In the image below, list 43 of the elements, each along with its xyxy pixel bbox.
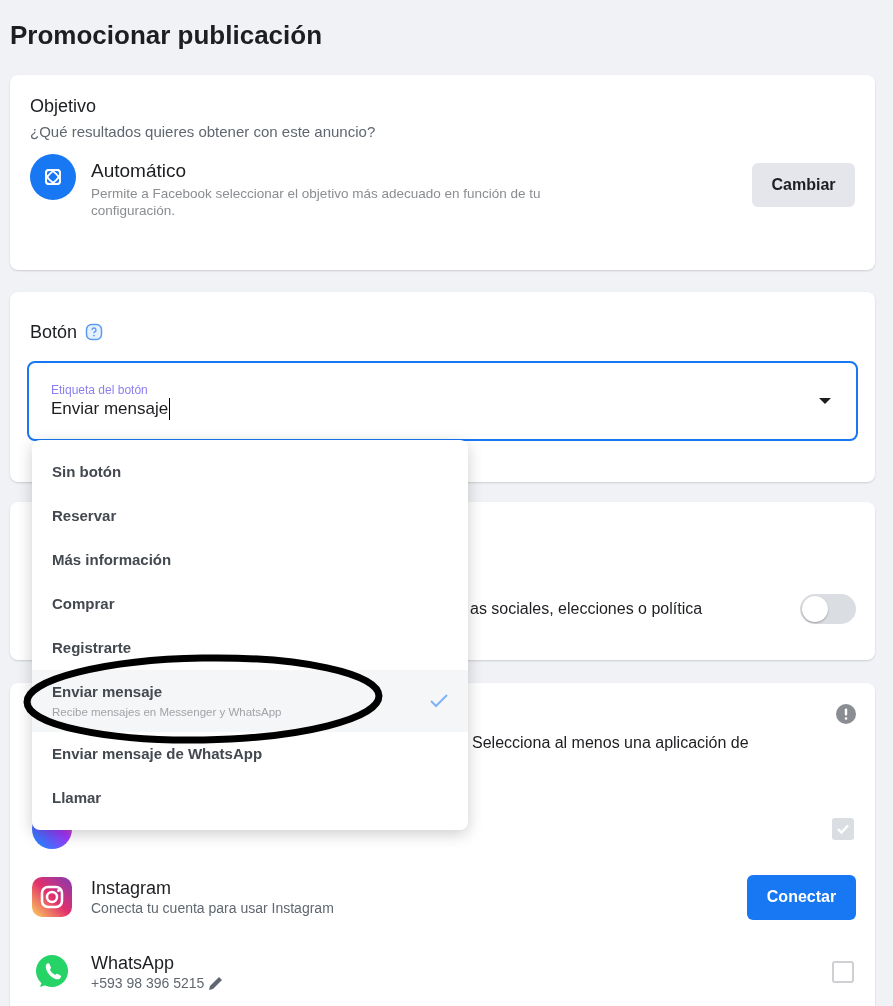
objective-description: Permite a Facebook seleccionar el objetivo más adecuado en función de tu configuración. [91,185,542,219]
category-toggle[interactable] [800,594,856,624]
page-title: Promocionar publicación [10,19,324,52]
option-label: Más información [52,550,173,570]
dropdown-option[interactable]: Llamar [32,776,468,820]
dropdown-option[interactable]: Sin botón [32,450,468,494]
checkmark-icon [430,694,448,708]
option-label: Enviar mensaje de WhatsApp [52,744,264,764]
dropdown-option[interactable]: Enviar mensaje de WhatsApp [32,732,468,776]
dropdown-option[interactable]: Enviar mensaje Recibe mensajes en Messenger y WhatsApp [32,670,468,732]
objective-name: Automático [91,160,188,182]
option-label: Registrarte [52,638,133,658]
dropdown-option[interactable]: Reservar [32,494,468,538]
app-name: WhatsApp [91,952,176,974]
help-icon[interactable] [85,323,104,341]
option-label: Llamar [52,788,103,808]
dropdown-option[interactable]: Comprar [32,582,468,626]
field-label: Etiqueta del botón [51,382,149,398]
field-value: Enviar mensaje [51,397,171,420]
dropdown-option[interactable]: Registrarte [32,626,468,670]
info-icon[interactable] [836,704,856,724]
dropdown-caret-icon [818,397,832,405]
category-text: as sociales, elecciones o política [470,599,704,619]
section-question: ¿Qué resultados quieres obtener con este anuncio? [30,122,377,142]
app-name: Instagram [91,877,173,899]
section-heading: Objetivo [30,95,98,117]
option-label: Sin botón [52,462,123,482]
change-button[interactable]: Cambiar [752,163,855,207]
checkbox[interactable] [832,961,854,983]
phone-number: +593 98 396 5215 [91,974,205,992]
section-heading: Botón [30,321,78,343]
option-label: Enviar mensaje [52,682,164,702]
apps-notice: Selecciona al menos una aplicación de [471,733,750,753]
option-label: Comprar [52,594,116,614]
instagram-icon [32,877,72,917]
option-description: Recibe mensajes en Messenger y WhatsApp [52,705,283,720]
checkbox[interactable] [832,818,854,840]
objective-icon [30,154,76,200]
option-label: Reservar [52,506,118,526]
app-description: Conecta tu cuenta para usar Instagram [91,899,335,917]
checkmark-icon [836,822,850,836]
dropdown-option[interactable]: Más información [32,538,468,582]
connect-button[interactable]: Conectar [747,874,856,920]
